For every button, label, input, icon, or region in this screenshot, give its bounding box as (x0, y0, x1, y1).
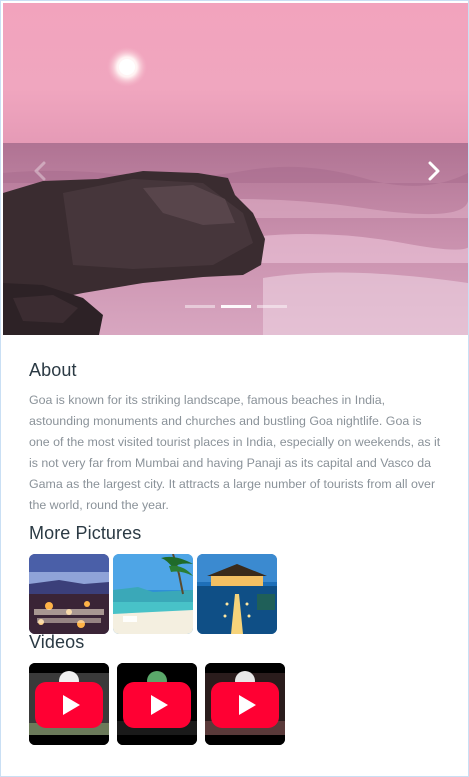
carousel-indicators (185, 305, 287, 308)
video-thumbnail-2[interactable] (117, 663, 197, 745)
picture-thumbnail-resort[interactable] (197, 554, 277, 634)
video-gallery (29, 663, 285, 745)
chevron-left-icon (34, 161, 46, 181)
video-thumbnail-1[interactable] (29, 663, 109, 745)
picture-image (29, 554, 109, 634)
youtube-play-button[interactable] (35, 682, 103, 728)
play-icon (238, 695, 256, 715)
carousel-indicator-3[interactable] (257, 305, 287, 308)
chevron-right-icon (428, 161, 440, 181)
app-frame: About Goa is known for its striking land… (0, 0, 469, 777)
video-thumbnail-3[interactable] (205, 663, 285, 745)
hero-carousel[interactable] (3, 3, 468, 335)
youtube-play-button[interactable] (123, 682, 191, 728)
carousel-indicator-2[interactable] (221, 305, 251, 308)
carousel-prev-button[interactable] (25, 156, 55, 186)
picture-thumbnail-beach-dinner[interactable] (29, 554, 109, 634)
carousel-next-button[interactable] (419, 156, 449, 186)
youtube-play-button[interactable] (211, 682, 279, 728)
play-icon (150, 695, 168, 715)
picture-image (113, 554, 193, 634)
play-icon (62, 695, 80, 715)
about-heading: About (29, 360, 77, 380)
picture-thumbnail-palm-beach[interactable] (113, 554, 193, 634)
about-description: Goa is known for its striking landscape,… (29, 393, 441, 512)
videos-heading: Videos (29, 632, 85, 652)
hero-image (3, 3, 468, 335)
picture-image (197, 554, 277, 634)
more-pictures-heading: More Pictures (29, 523, 142, 543)
carousel-indicator-1[interactable] (185, 305, 215, 308)
picture-gallery (29, 554, 277, 634)
